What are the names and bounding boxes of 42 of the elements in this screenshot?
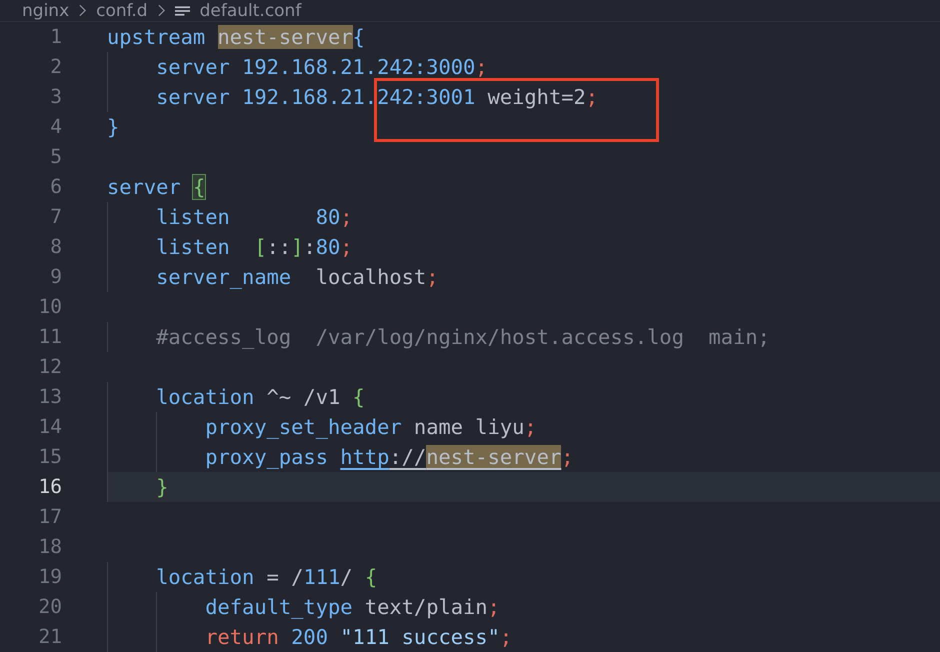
code-line: proxy_set_header name liyu;	[204, 415, 537, 439]
line-number: 5	[49, 144, 62, 170]
line-number: 8	[49, 234, 62, 260]
line-number: 7	[49, 204, 62, 230]
chevron-icon	[79, 4, 86, 17]
chevron-icon	[158, 4, 165, 17]
line-number: 12	[38, 354, 62, 380]
line-number: 14	[38, 414, 62, 440]
line-number: 15	[38, 444, 62, 470]
line-number: 3	[49, 84, 62, 110]
code-line: listen [::]:80;	[155, 235, 353, 259]
code-line: upstream nest-server{	[107, 25, 365, 49]
line-number: 9	[49, 264, 62, 290]
code-line: #access_log /var/log/nginx/host.access.log main;	[155, 325, 770, 349]
code-line: }	[107, 115, 120, 139]
line-number: 11	[38, 324, 62, 350]
code-line: server_name localhost;	[155, 265, 438, 289]
code-line: server 192.168.21.242:3000;	[155, 55, 488, 79]
line-number: 17	[38, 504, 62, 530]
code-line: server {	[107, 175, 206, 199]
line-number: 2	[49, 54, 62, 80]
line-number: 6	[49, 174, 62, 200]
code-line: }	[155, 475, 168, 499]
code-line: proxy_pass http://nest-server;	[204, 445, 574, 469]
line-number: 4	[49, 114, 62, 140]
code-line: default_type text/plain;	[204, 595, 500, 619]
line-number: 21	[38, 624, 62, 650]
line-number: 10	[38, 294, 62, 320]
line-number: 1	[49, 24, 62, 50]
code-line: location ^~ /v1 {	[155, 385, 365, 409]
code-line: return 200 "111 success";	[204, 625, 512, 649]
breadcrumb-item[interactable]: default.conf	[200, 0, 302, 20]
line-number: 18	[38, 534, 62, 560]
breadcrumb-item[interactable]: conf.d	[96, 0, 148, 20]
code-line: listen 80;	[155, 205, 353, 229]
line-number: 20	[38, 594, 62, 620]
file-lines-icon	[174, 6, 190, 16]
breadcrumb-item[interactable]: nginx	[22, 0, 70, 20]
line-number: 16	[38, 474, 62, 500]
code-line: location = /111/ {	[155, 565, 378, 589]
line-number: 13	[38, 384, 62, 410]
line-number: 19	[38, 564, 62, 590]
